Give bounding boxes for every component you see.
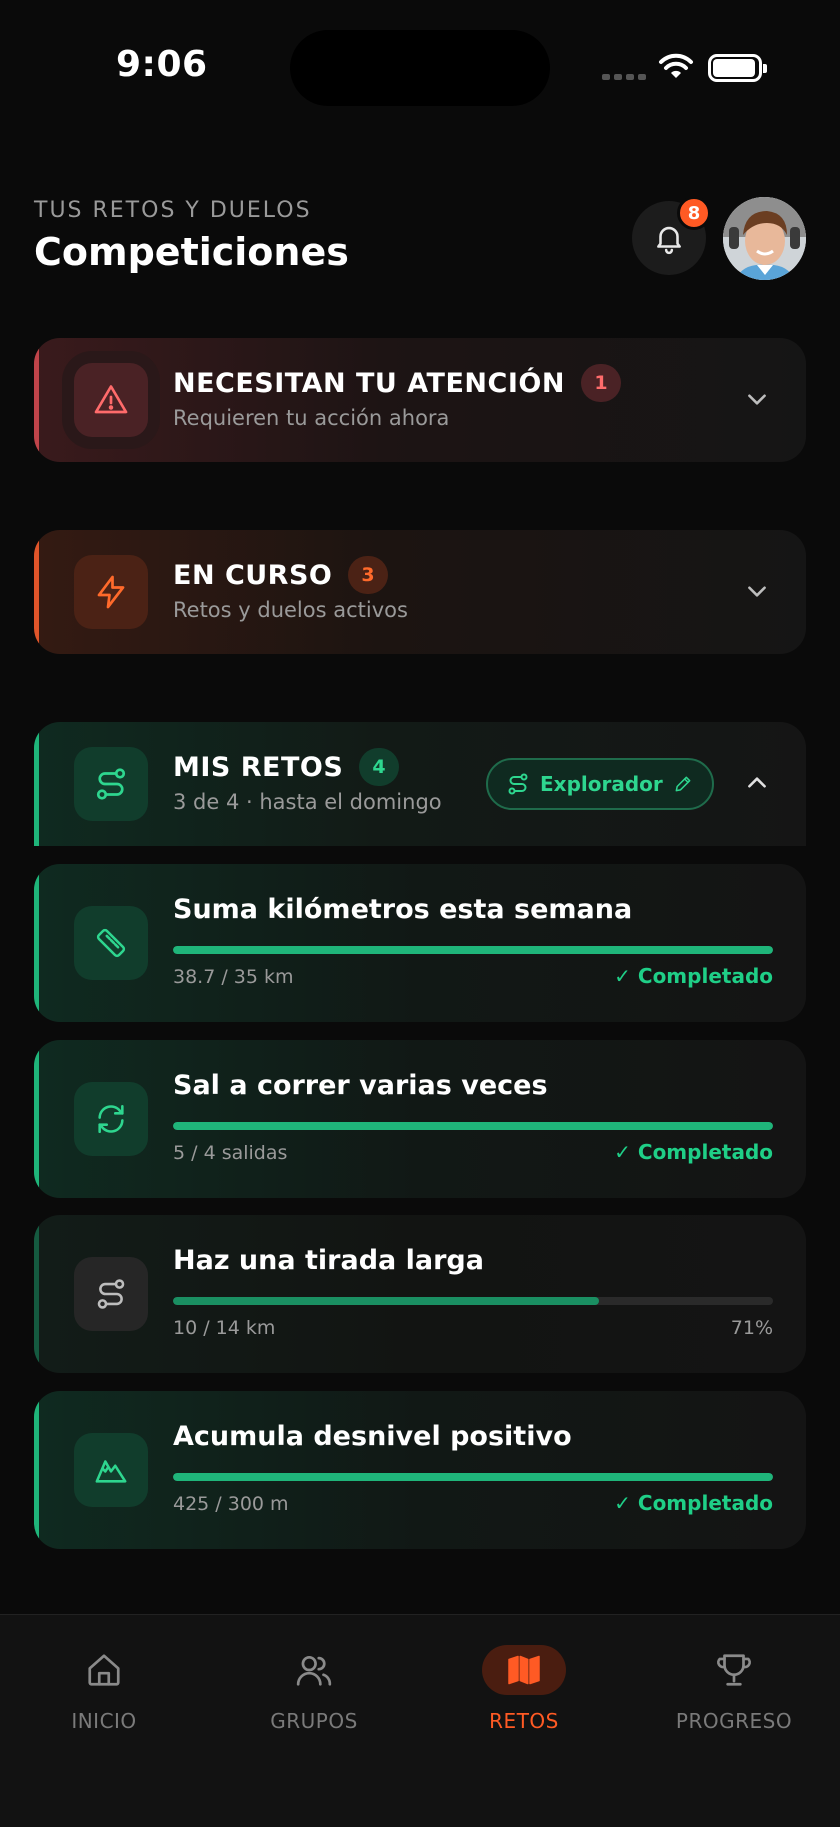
section-subtitle: Requieren tu acción ahora <box>173 406 450 430</box>
route-icon <box>74 1257 148 1331</box>
ruler-icon <box>74 906 148 980</box>
count-badge: 1 <box>581 364 621 402</box>
challenge-card[interactable]: Sal a correr varias veces 5 / 4 salidas … <box>34 1040 806 1198</box>
count-badge: 4 <box>359 748 399 786</box>
bell-icon <box>657 226 681 255</box>
home-icon <box>62 1645 146 1695</box>
progress-bar <box>173 1473 773 1481</box>
wifi-icon <box>659 53 693 78</box>
tab-retos[interactable]: RETOS <box>424 1645 624 1733</box>
tab-grupos[interactable]: GRUPOS <box>214 1645 414 1733</box>
progress-bar <box>173 1122 773 1130</box>
challenge-value: 10 / 14 km <box>173 1317 276 1339</box>
notifications-badge: 8 <box>677 196 711 230</box>
chevron-up-icon[interactable] <box>744 770 770 796</box>
challenge-value: 5 / 4 salidas <box>173 1142 288 1164</box>
section-subtitle: 3 de 4 · hasta el domingo <box>173 790 442 814</box>
challenge-card[interactable]: Acumula desnivel positivo 425 / 300 m ✓ … <box>34 1391 806 1549</box>
challenge-card[interactable]: Suma kilómetros esta semana 38.7 / 35 km… <box>34 864 806 1022</box>
users-icon <box>272 1645 356 1695</box>
tab-label: RETOS <box>489 1709 559 1733</box>
section-my-challenges[interactable]: MIS RETOS 4 3 de 4 · hasta el domingo Ex… <box>34 722 806 846</box>
count-badge: 3 <box>348 556 388 594</box>
explorer-label: Explorador <box>540 772 663 796</box>
progress-bar <box>173 946 773 954</box>
challenge-title: Sal a correr varias veces <box>173 1070 548 1101</box>
warning-icon <box>74 363 148 437</box>
chevron-down-icon[interactable] <box>744 386 770 412</box>
section-attention[interactable]: NECESITAN TU ATENCIÓN 1 Requieren tu acc… <box>34 338 806 462</box>
lightning-icon <box>74 555 148 629</box>
challenge-percent: 71% <box>730 1317 773 1339</box>
section-subtitle: Retos y duelos activos <box>173 598 408 622</box>
section-title: NECESITAN TU ATENCIÓN <box>173 368 565 399</box>
battery-icon <box>708 54 767 82</box>
route-icon <box>508 773 528 795</box>
repeat-icon <box>74 1082 148 1156</box>
cellular-signal-icon <box>602 74 646 80</box>
section-title: MIS RETOS <box>173 752 344 783</box>
page-subtitle: TUS RETOS Y DUELOS <box>34 198 312 223</box>
progress-bar <box>173 1297 773 1305</box>
challenge-title: Haz una tirada larga <box>173 1245 484 1276</box>
challenge-value: 38.7 / 35 km <box>173 966 294 988</box>
map-icon <box>482 1645 566 1695</box>
tab-inicio[interactable]: INICIO <box>4 1645 204 1733</box>
tab-label: PROGRESO <box>675 1709 793 1733</box>
status-time: 9:06 <box>116 44 208 85</box>
section-ongoing[interactable]: EN CURSO 3 Retos y duelos activos <box>34 530 806 654</box>
challenge-status: ✓ Completado <box>614 1491 773 1515</box>
tab-bar: INICIO GRUPOS RETOS PROGRESO <box>0 1614 840 1827</box>
page-title: Competiciones <box>34 230 349 274</box>
explorer-button[interactable]: Explorador <box>486 758 714 810</box>
challenge-value: 425 / 300 m <box>173 1493 289 1515</box>
challenge-card[interactable]: Haz una tirada larga 10 / 14 km 71% <box>34 1215 806 1373</box>
challenge-status: ✓ Completado <box>614 1140 773 1164</box>
challenge-title: Acumula desnivel positivo <box>173 1421 572 1452</box>
chevron-down-icon[interactable] <box>744 578 770 604</box>
mountain-icon <box>74 1433 148 1507</box>
dynamic-island <box>290 30 550 106</box>
pencil-icon <box>675 776 691 792</box>
tab-label: INICIO <box>71 1709 137 1733</box>
avatar[interactable] <box>723 197 806 280</box>
challenge-title: Suma kilómetros esta semana <box>173 894 633 925</box>
section-title: EN CURSO <box>173 560 333 591</box>
challenge-status: ✓ Completado <box>614 964 773 988</box>
trophy-icon <box>692 1645 776 1695</box>
route-icon <box>74 747 148 821</box>
tab-progreso[interactable]: PROGRESO <box>634 1645 834 1733</box>
status-bar: 9:06 <box>0 0 840 135</box>
tab-label: GRUPOS <box>270 1709 358 1733</box>
